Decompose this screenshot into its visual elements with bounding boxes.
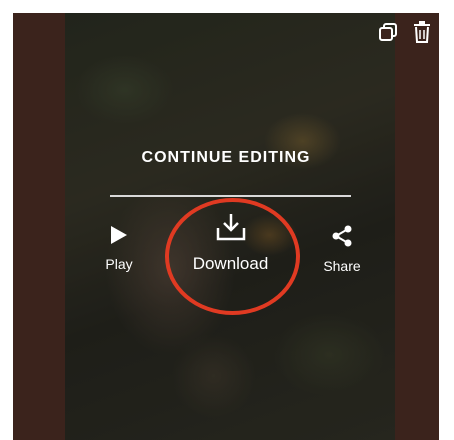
divider [110,195,351,197]
share-icon [332,225,352,247]
download-icon [216,214,245,241]
trash-icon [414,21,430,43]
download-label: Download [192,254,269,273]
play-button[interactable]: Play [97,225,141,272]
share-label: Share [323,258,361,274]
left-letterbox [13,13,65,440]
continue-editing-button[interactable]: CONTINUE EDITING [13,149,439,167]
play-icon [111,226,127,244]
duplicate-icon [379,23,397,41]
card-toolbar [377,21,433,43]
duplicate-button[interactable] [377,21,399,43]
delete-button[interactable] [411,21,433,43]
share-button[interactable]: Share [316,225,368,274]
video-preview-card: CONTINUE EDITING Play Download Share [13,13,439,440]
download-button[interactable]: Download [183,213,278,274]
play-label: Play [105,256,133,272]
right-letterbox [395,13,439,440]
